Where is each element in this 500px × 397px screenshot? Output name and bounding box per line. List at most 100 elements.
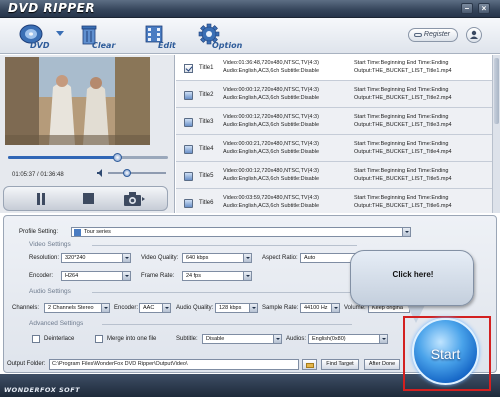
volume-handle[interactable]: [122, 169, 131, 177]
chevron-down-icon: [243, 254, 251, 262]
title-icon[interactable]: [184, 118, 193, 127]
after-done-button[interactable]: After Done: [364, 359, 400, 370]
profile-setting-label: Profile Setting:: [19, 229, 59, 235]
title-list: Title1 Video:01:36:48,720x480,NTSC,TV(4:3…: [176, 55, 492, 213]
seek-progress: [8, 156, 117, 159]
find-target-button[interactable]: Find Target: [321, 359, 359, 370]
close-button[interactable]: ×: [478, 3, 490, 14]
title-output-file: Output:THE_BUCKET_LIST_Title4.mp4: [354, 149, 452, 155]
resolution-value: 320*240: [65, 255, 86, 261]
encoder-select[interactable]: H264: [61, 271, 131, 281]
scrollbar-thumb[interactable]: [494, 58, 499, 124]
output-folder-label: Output Folder:: [7, 361, 46, 367]
callout-text: Click here!: [392, 270, 434, 279]
frame-rate-label: Frame Rate:: [141, 273, 175, 279]
title-checkbox[interactable]: [184, 64, 193, 73]
snapshot-button[interactable]: [122, 191, 146, 207]
option-button[interactable]: Option: [198, 21, 248, 51]
profile-select[interactable]: Tour series: [71, 227, 411, 237]
title-row[interactable]: Title6 Video:00:03:59,720x480,NTSC,TV(4:3…: [176, 190, 492, 213]
sample-rate-value: 44100 Hz: [304, 305, 328, 311]
title-output-file: Output:THE_BUCKET_LIST_Title1.mp4: [354, 68, 452, 74]
section-divider: [102, 324, 352, 325]
title-name: Title6: [199, 200, 214, 206]
title-audio-info: Audio:English,AC3,6ch Subtitle:Disable: [223, 176, 320, 182]
audio-encoder-select[interactable]: AAC: [139, 303, 171, 313]
title-row[interactable]: Title2 Video:00:00:12,720x480,NTSC,TV(4:3…: [176, 82, 492, 108]
stop-button[interactable]: [79, 191, 97, 207]
chevron-down-icon: [56, 31, 64, 36]
minimize-button[interactable]: –: [461, 3, 473, 14]
volume-icon[interactable]: [97, 169, 105, 177]
chevron-down-icon: [379, 335, 387, 343]
title-time-range: Start Time:Beginning End Time:Ending: [354, 141, 449, 147]
title-time-range: Start Time:Beginning End Time:Ending: [354, 114, 449, 120]
seek-slider[interactable]: [8, 153, 168, 162]
resolution-select[interactable]: 320*240: [61, 253, 131, 263]
output-folder-field[interactable]: C:\Program Files\WonderFox DVD Ripper\Ou…: [49, 359, 299, 370]
volume-slider[interactable]: [108, 169, 166, 177]
profile-icon: [74, 228, 81, 236]
sample-rate-label: Sample Rate:: [262, 305, 299, 311]
merge-label: Merge into one file: [107, 336, 157, 342]
chevron-down-icon: [243, 272, 251, 280]
audios-select[interactable]: English(0x80): [308, 334, 388, 344]
subtitle-select[interactable]: Disable: [202, 334, 282, 344]
browse-folder-button[interactable]: [302, 359, 317, 370]
folder-icon: [306, 363, 314, 368]
title-video-info: Video:00:00:12,720x480,NTSC,TV(4:3): [223, 87, 319, 93]
register-button[interactable]: Register: [408, 28, 458, 42]
title-icon[interactable]: [184, 199, 193, 208]
chevron-down-icon: [101, 304, 109, 312]
title-info: Video:00:00:12,720x480,NTSC,TV(4:3) Audio…: [223, 86, 348, 102]
seek-handle[interactable]: [112, 153, 122, 162]
title-row[interactable]: Title5 Video:00:00:12,720x480,NTSC,TV(4:3…: [176, 163, 492, 189]
deinterlace-label: Deinterlace: [44, 336, 75, 342]
title-icon[interactable]: [184, 91, 193, 100]
chevron-down-icon: [402, 228, 410, 236]
sample-rate-select[interactable]: 44100 Hz: [300, 303, 340, 313]
title-audio-info: Audio:English,AC3,6ch Subtitle:Disable: [223, 203, 320, 209]
video-quality-select[interactable]: 640 kbps: [182, 253, 252, 263]
title-icon[interactable]: [184, 145, 193, 154]
title-row[interactable]: Title4 Video:00:00:21,720x480,NTSC,TV(4:3…: [176, 136, 492, 162]
title-video-info: Video:00:00:12,720x480,NTSC,TV(4:3): [223, 168, 319, 174]
audio-quality-value: 128 kbps: [219, 305, 242, 311]
title-icon[interactable]: [184, 172, 193, 181]
title-video-info: Video:01:36:48,720x480,NTSC,TV(4:3): [223, 60, 319, 66]
title-bar: DVD RIPPER – ×: [0, 0, 500, 18]
frame-rate-select[interactable]: 24 fps: [182, 271, 252, 281]
title-name: Title1: [199, 65, 214, 71]
audio-settings-heading: Audio Settings: [29, 288, 71, 295]
audios-value: English(0x80): [312, 336, 346, 342]
title-time-range: Start Time:Beginning End Time:Ending: [354, 60, 449, 66]
audio-encoder-value: AAC: [143, 305, 155, 311]
title-row[interactable]: Title1 Video:01:36:48,720x480,NTSC,TV(4:3…: [176, 55, 492, 81]
frame-rate-value: 24 fps: [186, 273, 201, 279]
account-button[interactable]: [466, 27, 482, 43]
audios-label: Audios:: [286, 336, 307, 342]
clear-button[interactable]: Clear: [80, 21, 125, 51]
title-name: Title5: [199, 173, 214, 179]
pause-button[interactable]: [32, 191, 50, 207]
encoder-value: H264: [65, 273, 79, 279]
advanced-settings-heading: Advanced Settings: [29, 320, 84, 327]
chevron-down-icon: [162, 304, 170, 312]
title-list-scrollbar[interactable]: [492, 55, 500, 213]
callout-bubble: Click here!: [350, 250, 474, 306]
title-time-range: Start Time:Beginning End Time:Ending: [354, 195, 449, 201]
dvd-source-button[interactable]: DVD: [18, 21, 66, 51]
app-title: DVD RIPPER: [8, 1, 96, 15]
deinterlace-checkbox[interactable]: [32, 335, 40, 343]
start-button[interactable]: Start: [412, 318, 479, 385]
title-output-info: Start Time:Beginning End Time:Ending Outp…: [354, 140, 489, 156]
merge-checkbox[interactable]: [95, 335, 103, 343]
title-name: Title3: [199, 119, 214, 125]
audio-quality-select[interactable]: 128 kbps: [215, 303, 258, 313]
title-row[interactable]: Title3 Video:00:00:12,720x480,NTSC,TV(4:3…: [176, 109, 492, 135]
user-icon: [470, 30, 478, 39]
edit-button[interactable]: Edit: [144, 21, 189, 51]
section-divider: [92, 245, 357, 246]
channels-select[interactable]: 2 Channels Stereo: [44, 303, 110, 313]
title-audio-info: Audio:English,AC3,6ch Subtitle:Disable: [223, 95, 320, 101]
